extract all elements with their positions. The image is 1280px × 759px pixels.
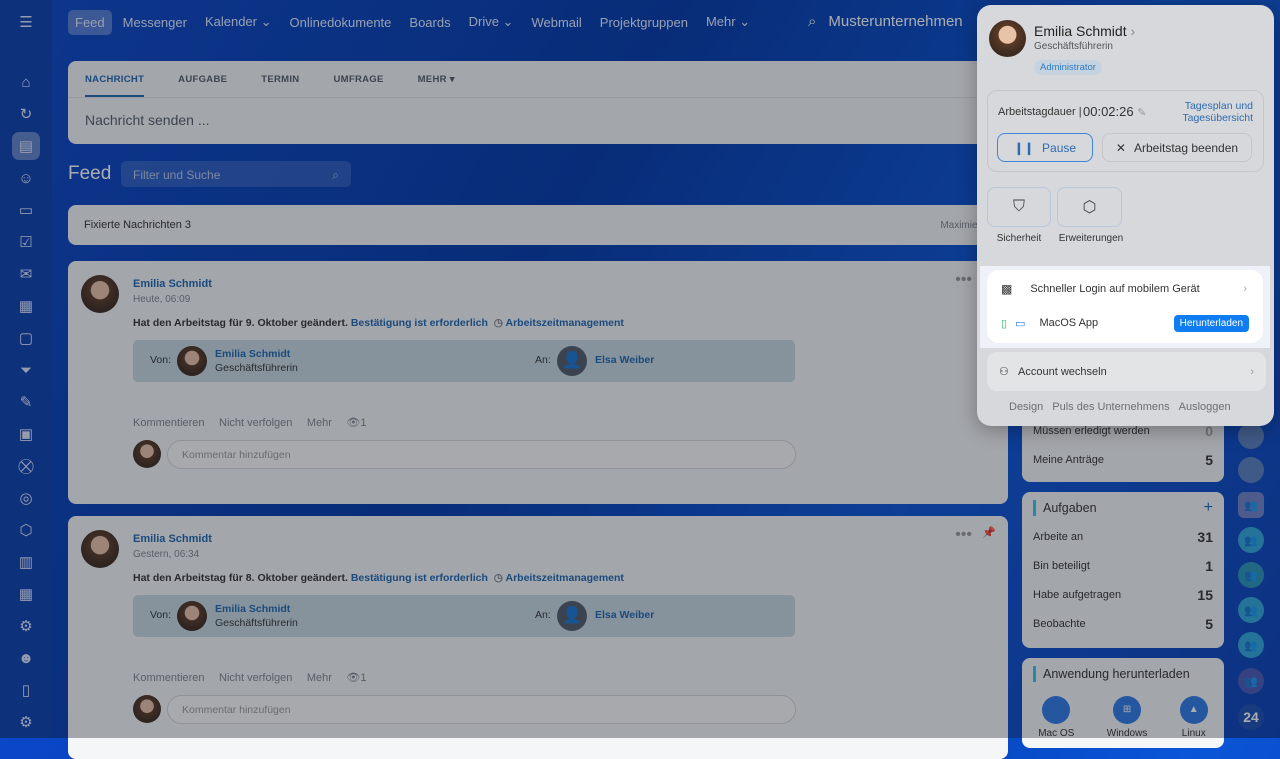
chevron-right-icon: › — [1243, 283, 1247, 295]
chevron-right-icon: › — [1130, 23, 1136, 39]
profile-avatar — [989, 20, 1026, 57]
shield-icon: ⛉ — [1012, 198, 1025, 215]
day-plan-link[interactable]: Tagesplan und Tagesübersicht — [1173, 100, 1253, 124]
end-workday-button[interactable]: ✕ Arbeitstag beenden — [1102, 133, 1252, 162]
admin-badge: Administrator — [1034, 60, 1102, 75]
name-text: Emilia Schmidt — [1034, 23, 1127, 39]
profile-popup: Emilia Schmidt › Geschäftsführerin Admin… — [977, 5, 1274, 426]
profile-role: Geschäftsführerin — [1034, 41, 1113, 52]
switch-label: Account wechseln — [1018, 366, 1107, 378]
quick-login-label: Schneller Login auf mobilem Gerät — [1030, 283, 1200, 295]
desktop-icon: ▭ — [1015, 317, 1026, 330]
extensions-label: Erweiterungen — [1058, 233, 1124, 244]
duration-time: 00:02:26 — [1083, 104, 1134, 119]
download-button[interactable]: Herunterladen — [1173, 314, 1249, 332]
popup-footer: Design Puls des Unternehmens Ausloggen — [1009, 401, 1231, 413]
pause-button[interactable]: ❙❙ Pause — [997, 133, 1093, 162]
pause-label: Pause — [1042, 140, 1077, 155]
pause-icon: ❙❙ — [1013, 140, 1035, 155]
chevron-right-icon: › — [1250, 365, 1254, 378]
box-icon: ⬡ — [1082, 199, 1097, 216]
mobile-check-icon: ▯ — [1001, 317, 1008, 330]
logout-link[interactable]: Ausloggen — [1179, 401, 1231, 413]
close-icon: ✕ — [1115, 140, 1126, 155]
quick-login-item[interactable]: ▩ Schneller Login auf mobilem Gerät › — [1001, 279, 1263, 299]
macos-app-item: ▯ ▭ MacOS App Herunterladen — [1001, 313, 1263, 333]
account-switch-icon: ⚇ — [999, 366, 1009, 378]
duration-value: 00:02:26 ✎ — [1083, 104, 1146, 119]
workday-panel: Arbeitstagdauer | 00:02:26 ✎ Tagesplan u… — [987, 90, 1264, 172]
security-tile[interactable]: ⛉ — [987, 187, 1051, 227]
design-link[interactable]: Design — [1009, 401, 1043, 413]
company-pulse-link[interactable]: Puls des Unternehmens — [1052, 401, 1169, 413]
security-label: Sicherheit — [996, 233, 1042, 244]
qr-code-icon: ▩ — [1001, 282, 1013, 296]
profile-name[interactable]: Emilia Schmidt › — [1034, 23, 1135, 39]
highlighted-section: ▩ Schneller Login auf mobilem Gerät › ▯ … — [980, 266, 1270, 348]
switch-account-button[interactable]: ⚇ Account wechseln › — [987, 352, 1266, 391]
macos-label: MacOS App — [1039, 317, 1099, 329]
edit-icon[interactable]: ✎ — [1137, 107, 1146, 119]
duration-label: Arbeitstagdauer | — [998, 106, 1082, 118]
end-label: Arbeitstag beenden — [1133, 140, 1239, 155]
extensions-tile[interactable]: ⬡ — [1057, 187, 1122, 227]
